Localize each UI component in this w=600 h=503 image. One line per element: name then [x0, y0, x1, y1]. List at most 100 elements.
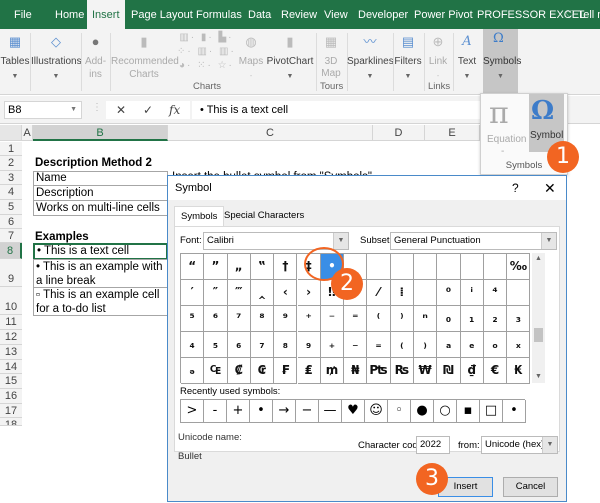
tab-review[interactable]: Review: [281, 0, 317, 29]
symbol-cell[interactable]: [437, 254, 461, 280]
row-header[interactable]: 8: [0, 243, 22, 259]
scroll-up-icon[interactable]: ▲: [532, 253, 545, 265]
recent-symbol-cell[interactable]: —: [319, 400, 342, 423]
tab-formulas[interactable]: Formulas: [196, 0, 242, 29]
tables-button[interactable]: ▦ Tables ▼: [0, 29, 30, 95]
symbol-cell[interactable]: ‰: [507, 254, 531, 280]
column-header-c[interactable]: C: [168, 125, 373, 141]
symbol-cell[interactable]: €: [483, 358, 508, 384]
tab-file[interactable]: File: [14, 0, 32, 29]
symbol-cell[interactable]: ₭: [507, 358, 531, 384]
cancel-icon[interactable]: ✕: [116, 101, 126, 119]
row-header[interactable]: 3: [0, 171, 22, 185]
subset-select[interactable]: General Punctuation ▼: [390, 232, 557, 250]
sparklines-button[interactable]: 〰 Sparklines ▼: [347, 29, 394, 95]
symbol-cell[interactable]: ›: [297, 280, 321, 306]
tab-view[interactable]: View: [324, 0, 348, 29]
symbol-cell[interactable]: ‸: [250, 280, 275, 306]
symbol-cell[interactable]: ′: [181, 280, 205, 306]
chevron-down-icon[interactable]: ▼: [333, 233, 348, 249]
illustrations-button[interactable]: ◇ Illustrations ▼: [31, 29, 82, 95]
row-header[interactable]: 1: [0, 142, 22, 156]
symbol-cell[interactable]: ⁾: [390, 306, 414, 332]
drag-handle-icon[interactable]: ⋮: [92, 102, 102, 113]
cell-b8[interactable]: • This is a text cell: [33, 243, 168, 260]
from-select[interactable]: Unicode (hex) ▼: [481, 436, 558, 454]
symbol-cell[interactable]: ″: [204, 280, 228, 306]
insert-function-icon[interactable]: fx: [169, 101, 180, 119]
recent-symbol-cell[interactable]: ▪: [457, 400, 480, 423]
tab-data[interactable]: Data: [248, 0, 271, 29]
symbol-cell[interactable]: ‹: [274, 280, 298, 306]
symbol-cell[interactable]: “: [181, 254, 205, 280]
symbol-cell[interactable]: ‟: [250, 254, 275, 280]
recent-symbol-cell[interactable]: >: [181, 400, 204, 423]
column-header-e[interactable]: E: [425, 125, 480, 141]
symbol-cell[interactable]: ₣: [274, 358, 298, 384]
symbol-cell[interactable]: ₈: [274, 332, 298, 358]
recent-symbol-cell[interactable]: ●: [411, 400, 434, 423]
symbol-cell[interactable]: ⁰: [437, 280, 461, 306]
dialog-title-bar[interactable]: Symbol ? ✕: [168, 176, 566, 200]
recent-symbol-cell[interactable]: -: [204, 400, 227, 423]
row-header[interactable]: 17: [0, 404, 22, 418]
recent-symbol-cell[interactable]: →: [273, 400, 296, 423]
row-header[interactable]: 11: [0, 315, 22, 330]
symbol-cell[interactable]: ‴: [227, 280, 251, 306]
scroll-thumb[interactable]: [534, 328, 543, 342]
symbol-cell[interactable]: ₄: [181, 332, 205, 358]
close-icon[interactable]: ✕: [544, 176, 556, 200]
row-header[interactable]: 16: [0, 389, 22, 404]
symbol-cell[interactable]: ₆: [227, 332, 251, 358]
row-header[interactable]: 5: [0, 200, 22, 215]
symbol-cell[interactable]: ₡: [227, 358, 251, 384]
symbol-cell[interactable]: ₊: [320, 332, 345, 358]
symbol-cell[interactable]: ⁵: [181, 306, 205, 332]
symbol-cell[interactable]: ⁷: [227, 306, 251, 332]
symbol-cell[interactable]: [414, 254, 438, 280]
symbol-cell[interactable]: ₁: [460, 306, 484, 332]
tab-special-characters[interactable]: Special Characters: [218, 206, 310, 226]
recent-symbol-cell[interactable]: □: [480, 400, 503, 423]
symbol-cell[interactable]: ₨: [390, 358, 414, 384]
symbol-cell[interactable]: ⁱ: [460, 280, 484, 306]
select-all[interactable]: [0, 125, 22, 141]
symbol-cell[interactable]: ₤: [297, 358, 321, 384]
recent-symbol-cell[interactable]: •: [250, 400, 273, 423]
recent-symbol-cell[interactable]: ♥: [342, 400, 365, 423]
column-header-b[interactable]: B: [33, 125, 168, 141]
cell-b7[interactable]: Examples: [33, 229, 168, 243]
symbol-cell[interactable]: [390, 254, 414, 280]
symbol-cell[interactable]: ⁄: [367, 280, 391, 306]
symbol-cell[interactable]: ₇: [250, 332, 275, 358]
symbol-cell[interactable]: ₔ: [181, 358, 205, 384]
row-header[interactable]: 10: [0, 287, 22, 315]
help-icon[interactable]: ?: [512, 176, 519, 200]
symbol-cell[interactable]: ₅: [204, 332, 228, 358]
symbol-cell[interactable]: [367, 254, 391, 280]
symbol-cell[interactable]: ₉: [297, 332, 321, 358]
row-header[interactable]: 7: [0, 229, 22, 243]
name-box[interactable]: B8 ▼: [4, 101, 82, 119]
column-header-d[interactable]: D: [373, 125, 425, 141]
cell-b5[interactable]: Works on multi-line cells: [33, 200, 168, 216]
row-header[interactable]: 18: [0, 418, 22, 426]
row-header[interactable]: 13: [0, 345, 22, 360]
symbol-cell[interactable]: ₩: [414, 358, 438, 384]
symbol-cell[interactable]: ₫: [460, 358, 484, 384]
maps-button[interactable]: ◍ Maps -: [237, 29, 265, 95]
symbol-cell[interactable]: ⁞: [390, 280, 414, 306]
tab-page-layout[interactable]: Page Layout: [131, 0, 193, 29]
column-header-a[interactable]: A: [22, 125, 33, 141]
symbol-cell[interactable]: [460, 254, 484, 280]
symbol-cell[interactable]: ₑ: [460, 332, 484, 358]
symbol-cell[interactable]: ⁴: [483, 280, 508, 306]
symbol-cell[interactable]: ⁸: [250, 306, 275, 332]
formula-input[interactable]: • This is a text cell: [192, 101, 492, 119]
text-button[interactable]: A Text ▼: [453, 29, 481, 95]
symbol-cell[interactable]: ⁺: [297, 306, 321, 332]
row-header[interactable]: 6: [0, 215, 22, 229]
symbol-cell[interactable]: ₥: [320, 358, 345, 384]
symbol-cell[interactable]: ⁽: [367, 306, 391, 332]
scroll-down-icon[interactable]: ▼: [532, 371, 545, 383]
